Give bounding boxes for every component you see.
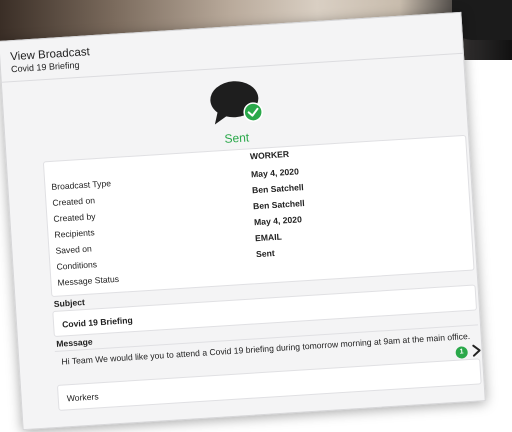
detail-key: Saved on	[55, 243, 93, 256]
recipient-count-badge: 1	[455, 346, 469, 359]
detail-value: EMAIL	[254, 231, 283, 244]
detail-value: Ben Satchell	[251, 182, 304, 196]
detail-key: Conditions	[56, 259, 98, 272]
subject-value: Covid 19 Briefing	[61, 315, 133, 330]
details-panel: WORKER Broadcast Type May 4, 2020 Create…	[42, 134, 475, 298]
subject-label: Subject	[53, 297, 86, 309]
chat-bubble-check-icon	[210, 81, 263, 125]
detail-key: Created by	[53, 211, 96, 224]
message-body: Hi Team We would like you to attend a Co…	[61, 330, 471, 367]
detail-value: Ben Satchell	[252, 198, 305, 212]
detail-key: Created on	[52, 195, 96, 208]
chevron-right-icon[interactable]	[471, 343, 482, 358]
card-header: View Broadcast Covid 19 Briefing	[10, 46, 91, 74]
recipient-group-item[interactable]: Workers	[56, 358, 482, 411]
detail-value: Sent	[255, 248, 276, 260]
recipient-group-name: Workers	[66, 391, 99, 404]
detail-value: WORKER	[249, 148, 290, 162]
detail-key: Recipients	[54, 227, 95, 240]
detail-key: Message Status	[57, 273, 120, 288]
detail-value: May 4, 2020	[253, 214, 303, 228]
detail-value: May 4, 2020	[250, 166, 300, 180]
message-label: Message	[56, 336, 93, 349]
detail-key: Broadcast Type	[51, 178, 112, 192]
broadcast-card: View Broadcast Covid 19 Briefing Sent WO…	[0, 11, 486, 431]
